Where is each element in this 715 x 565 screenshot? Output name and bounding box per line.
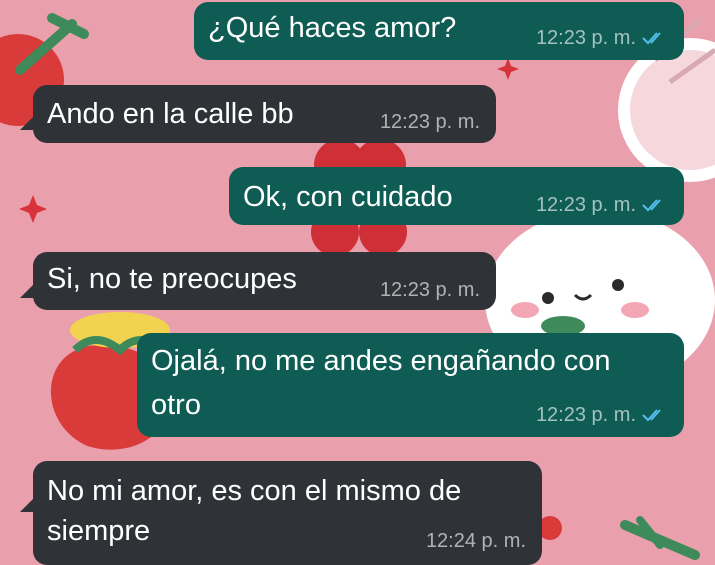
message-meta: 12:24 p. m. xyxy=(426,529,526,553)
message-meta: 12:23 p. m. xyxy=(380,110,480,134)
message-text-line: siempre xyxy=(47,515,151,547)
message-time: 12:23 p. m. xyxy=(379,111,480,133)
message-bubble-outgoing[interactable]: ¿Qué haces amor? 12:23 p. m. xyxy=(194,2,684,60)
message-bubble-outgoing[interactable]: Ok, con cuidado 12:23 p. m. xyxy=(229,167,684,225)
message-meta: 12:23 p. m. xyxy=(536,403,668,427)
read-double-check-icon xyxy=(642,32,661,45)
message-time: 12:23 p. m. xyxy=(535,194,636,216)
message-time: 12:23 p. m. xyxy=(535,404,636,426)
message-meta: 12:23 p. m. xyxy=(380,278,480,302)
message-bubble-outgoing[interactable]: Ojalá, no me andes engañando con otro 12… xyxy=(137,333,684,437)
message-time: 12:24 p. m. xyxy=(425,530,526,552)
message-text: Ando en la calle bb xyxy=(47,98,294,130)
message-text-line: otro xyxy=(151,389,201,421)
message-bubble-incoming[interactable]: Si, no te preocupes 12:23 p. m. xyxy=(33,252,496,310)
message-text: ¿Qué haces amor? xyxy=(208,12,457,44)
read-double-check-icon xyxy=(642,199,661,212)
message-text-line: No mi amor, es con el mismo de xyxy=(47,475,462,507)
message-meta: 12:23 p. m. xyxy=(536,26,668,50)
message-meta: 12:23 p. m. xyxy=(536,193,668,217)
message-time: 12:23 p. m. xyxy=(535,27,636,49)
message-text-line: Ojalá, no me andes engañando con xyxy=(151,345,611,377)
message-text: Si, no te preocupes xyxy=(47,263,297,295)
message-text: Ok, con cuidado xyxy=(243,181,453,213)
message-time: 12:23 p. m. xyxy=(379,279,480,301)
read-double-check-icon xyxy=(642,409,661,422)
message-bubble-incoming[interactable]: No mi amor, es con el mismo de siempre 1… xyxy=(33,461,542,565)
message-bubble-incoming[interactable]: Ando en la calle bb 12:23 p. m. xyxy=(33,85,496,143)
